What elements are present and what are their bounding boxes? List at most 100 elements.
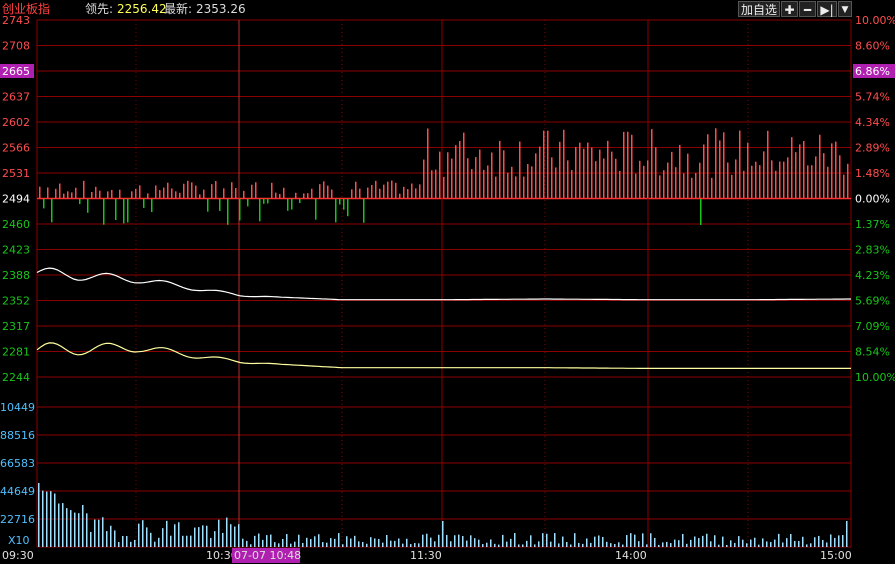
breadth-bar-up xyxy=(387,181,389,198)
breadth-bar-up xyxy=(695,173,697,198)
volume-bar xyxy=(238,524,240,547)
breadth-bar-up xyxy=(271,182,273,198)
breadth-bar-up xyxy=(683,173,685,198)
breadth-bar-up xyxy=(311,188,313,198)
breadth-bar-up xyxy=(135,188,137,198)
volume-bar xyxy=(302,542,304,547)
volume-bar xyxy=(438,534,440,547)
volume-bar xyxy=(58,503,60,547)
volume-bar xyxy=(158,537,160,547)
breadth-bar-up xyxy=(47,187,49,198)
breadth-bar-up xyxy=(511,166,513,198)
volume-bar xyxy=(686,543,688,547)
volume-bar xyxy=(50,491,52,547)
volume-bar xyxy=(414,543,416,547)
breadth-bar-up xyxy=(619,170,621,198)
breadth-bar-up xyxy=(751,165,753,198)
breadth-bar-up xyxy=(839,155,841,198)
breadth-bar-up xyxy=(307,193,309,198)
breadth-bar-up xyxy=(275,192,277,198)
volume-bar xyxy=(570,544,572,547)
breadth-bar-up xyxy=(351,189,353,198)
volume-bar xyxy=(274,542,276,547)
breadth-bar-up xyxy=(423,159,425,198)
volume-bar xyxy=(734,542,736,547)
percent-axis-label: 8.54% xyxy=(855,346,890,359)
breadth-bar-up xyxy=(615,158,617,198)
volume-bar xyxy=(782,542,784,547)
percent-axis-label: 5.74% xyxy=(855,91,890,104)
breadth-bar-up xyxy=(759,165,761,198)
volume-bar xyxy=(130,541,132,547)
volume-axis-label: 88516 xyxy=(0,429,35,442)
volume-bar xyxy=(350,538,352,547)
volume-bar xyxy=(298,534,300,547)
volume-bar xyxy=(482,544,484,547)
breadth-bar-up xyxy=(95,186,97,198)
volume-bar xyxy=(182,535,184,547)
volume-bar xyxy=(626,535,628,547)
breadth-bar-up xyxy=(439,151,441,198)
volume-bar xyxy=(742,539,744,547)
breadth-bar-up xyxy=(555,167,557,198)
percent-axis-label: 5.69% xyxy=(855,295,890,308)
volume-axis-label: 44649 xyxy=(0,485,35,498)
volume-bar xyxy=(210,537,212,547)
breadth-bar-up xyxy=(379,188,381,198)
volume-bar xyxy=(834,537,836,547)
breadth-bar-up xyxy=(411,183,413,198)
breadth-bar-up xyxy=(483,169,485,198)
percent-axis-label: 8.60% xyxy=(855,40,890,53)
breadth-bar-up xyxy=(595,161,597,198)
breadth-bar-up xyxy=(567,160,569,198)
volume-bar xyxy=(186,535,188,547)
breadth-bar-up xyxy=(331,189,333,198)
volume-bar xyxy=(102,517,104,547)
volume-bar xyxy=(762,538,764,547)
breadth-bar-up xyxy=(551,157,553,198)
volume-bar xyxy=(390,540,392,547)
percent-axis-label: 2.83% xyxy=(855,244,890,257)
breadth-bar-up xyxy=(443,176,445,198)
volume-bar xyxy=(402,543,404,547)
percent-axis-label: 6.86% xyxy=(855,65,890,78)
breadth-bar-up xyxy=(623,131,625,198)
breadth-bar-up xyxy=(663,170,665,198)
breadth-bar-up xyxy=(59,183,61,198)
breadth-bar-up xyxy=(211,184,213,198)
volume-bar xyxy=(786,538,788,547)
volume-bar xyxy=(506,541,508,547)
breadth-bar-up xyxy=(383,184,385,198)
breadth-bar-up xyxy=(155,185,157,198)
volume-bar xyxy=(366,543,368,547)
volume-bar xyxy=(214,531,216,547)
breadth-bar-up xyxy=(523,176,525,198)
intraday-chart[interactable]: 2743 2708 2665 2637 2602 2566 2531 2494 2460 2423… xyxy=(0,0,895,564)
breadth-bar-up xyxy=(323,181,325,198)
volume-bar xyxy=(718,544,720,547)
breadth-bar-up xyxy=(67,191,69,198)
volume-bar xyxy=(82,505,84,547)
volume-bar xyxy=(174,524,176,547)
breadth-bar-down xyxy=(239,199,241,221)
breadth-bar-up xyxy=(55,188,57,198)
breadth-bar-up xyxy=(459,141,461,198)
breadth-bar-up xyxy=(743,170,745,198)
breadth-bar-up xyxy=(811,165,813,198)
volume-bar xyxy=(66,508,68,547)
breadth-bar-up xyxy=(399,193,401,198)
volume-bar xyxy=(134,539,136,547)
breadth-bar-up xyxy=(659,175,661,198)
breadth-bar-up xyxy=(251,184,253,198)
volume-bar xyxy=(530,535,532,547)
breadth-bar-up xyxy=(455,145,457,198)
volume-bar xyxy=(290,543,292,547)
volume-bar xyxy=(94,519,96,547)
volume-bar xyxy=(826,542,828,547)
volume-bar xyxy=(394,540,396,547)
volume-bar xyxy=(222,532,224,547)
volume-bar xyxy=(650,533,652,547)
breadth-bar-up xyxy=(715,128,717,198)
breadth-bar-up xyxy=(479,149,481,198)
breadth-bar-up xyxy=(783,161,785,198)
